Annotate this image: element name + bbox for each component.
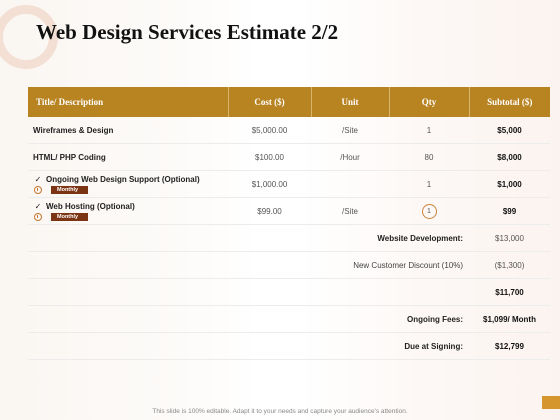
estimate-table: Title/ Description Cost ($) Unit Qty Sub… bbox=[28, 87, 550, 360]
summary-label: Due at Signing: bbox=[28, 332, 469, 360]
row-description-optional: ✓ Ongoing Web Design Support (Optional) … bbox=[28, 170, 228, 198]
summary-row-due-at-signing: Due at Signing: $12,799 bbox=[28, 332, 550, 360]
summary-row-website-development: Website Development: $13,000 bbox=[28, 224, 550, 252]
row-qty: 1 bbox=[389, 170, 469, 198]
row-description-label: Web Hosting (Optional) bbox=[46, 202, 135, 211]
summary-row-total: $11,700 bbox=[28, 278, 550, 306]
row-subtotal: $1,000 bbox=[469, 170, 550, 198]
summary-value: $11,700 bbox=[469, 278, 550, 306]
row-cost: $5,000.00 bbox=[228, 117, 311, 144]
summary-value: $13,000 bbox=[469, 224, 550, 252]
summary-label-empty bbox=[28, 278, 469, 306]
row-qty: 1 bbox=[389, 117, 469, 144]
row-subtotal: $99 bbox=[469, 197, 550, 225]
row-cost: $99.00 bbox=[228, 197, 311, 225]
summary-row-ongoing-fees: Ongoing Fees: $1,099/ Month bbox=[28, 305, 550, 333]
summary-value: ($1,300) bbox=[469, 251, 550, 279]
corner-accent bbox=[542, 396, 560, 409]
estimate-table-container: Title/ Description Cost ($) Unit Qty Sub… bbox=[28, 87, 550, 360]
summary-label: Ongoing Fees: bbox=[28, 305, 469, 333]
billing-badge: Monthly bbox=[51, 213, 88, 221]
billing-badge: Monthly bbox=[51, 186, 88, 194]
table-row: Wireframes & Design $5,000.00 /Site 1 $5… bbox=[28, 117, 550, 144]
row-unit: /Site bbox=[311, 117, 389, 144]
summary-row-discount: New Customer Discount (10%) ($1,300) bbox=[28, 251, 550, 279]
row-description: HTML/ PHP Coding bbox=[28, 143, 228, 171]
table-header-row: Title/ Description Cost ($) Unit Qty Sub… bbox=[28, 87, 550, 117]
table-row: HTML/ PHP Coding $100.00 /Hour 80 $8,000 bbox=[28, 143, 550, 171]
qty-circle: 1 bbox=[421, 203, 437, 219]
row-description-label: Ongoing Web Design Support (Optional) bbox=[46, 175, 200, 184]
row-description: Wireframes & Design bbox=[28, 117, 228, 144]
row-unit bbox=[311, 170, 389, 198]
row-unit: /Hour bbox=[311, 143, 389, 171]
row-unit: /Site bbox=[311, 197, 389, 225]
row-cost: $100.00 bbox=[228, 143, 311, 171]
checkmark-icon: ✓ bbox=[34, 202, 42, 211]
row-description-optional: ✓ Web Hosting (Optional) Monthly bbox=[28, 197, 228, 225]
table-row: ✓ Web Hosting (Optional) Monthly $99.00 … bbox=[28, 197, 550, 225]
summary-value: $12,799 bbox=[469, 332, 550, 360]
row-qty: 1 bbox=[389, 197, 469, 225]
table-row: ✓ Ongoing Web Design Support (Optional) … bbox=[28, 170, 550, 198]
summary-value: $1,099/ Month bbox=[469, 305, 550, 333]
summary-label: New Customer Discount (10%) bbox=[28, 251, 469, 279]
header-description: Title/ Description bbox=[28, 87, 228, 117]
row-subtotal: $8,000 bbox=[469, 143, 550, 171]
row-subtotal: $5,000 bbox=[469, 117, 550, 144]
header-unit: Unit bbox=[310, 87, 389, 117]
summary-label: Website Development: bbox=[28, 224, 469, 252]
clock-icon bbox=[34, 213, 42, 221]
checkmark-icon: ✓ bbox=[34, 175, 42, 184]
page-title: Web Design Services Estimate 2/2 bbox=[36, 20, 339, 44]
row-cost: $1,000.00 bbox=[228, 170, 311, 198]
header-subtotal: Subtotal ($) bbox=[468, 87, 550, 117]
header-cost: Cost ($) bbox=[227, 87, 311, 117]
row-qty: 80 bbox=[389, 143, 469, 171]
clock-icon bbox=[34, 186, 42, 194]
header-qty: Qty bbox=[388, 87, 469, 117]
footer-note: This slide is 100% editable. Adapt it to… bbox=[152, 408, 408, 415]
